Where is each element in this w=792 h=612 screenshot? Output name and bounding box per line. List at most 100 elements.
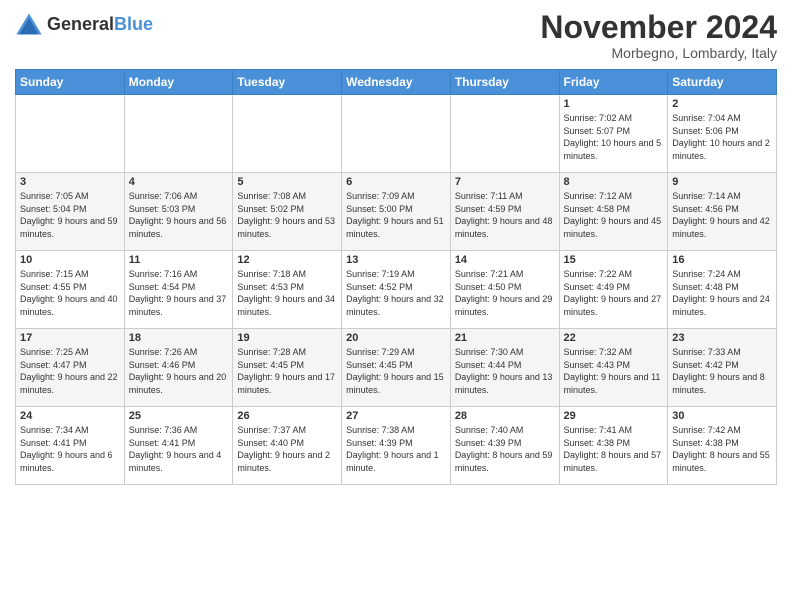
cell-info: Sunrise: 7:28 AMSunset: 4:45 PMDaylight:… [237, 346, 337, 396]
day-cell: 27 Sunrise: 7:38 AMSunset: 4:39 PMDaylig… [342, 407, 451, 485]
day-cell: 8 Sunrise: 7:12 AMSunset: 4:58 PMDayligh… [559, 173, 668, 251]
day-cell: 2 Sunrise: 7:04 AMSunset: 5:06 PMDayligh… [668, 95, 777, 173]
day-number: 7 [455, 176, 555, 188]
header-row: Sunday Monday Tuesday Wednesday Thursday… [16, 70, 777, 95]
cell-info: Sunrise: 7:33 AMSunset: 4:42 PMDaylight:… [672, 346, 772, 396]
day-number: 12 [237, 254, 337, 266]
day-cell: 23 Sunrise: 7:33 AMSunset: 4:42 PMDaylig… [668, 329, 777, 407]
day-number: 28 [455, 410, 555, 422]
cell-info: Sunrise: 7:04 AMSunset: 5:06 PMDaylight:… [672, 112, 772, 162]
day-cell: 29 Sunrise: 7:41 AMSunset: 4:38 PMDaylig… [559, 407, 668, 485]
day-number: 13 [346, 254, 446, 266]
month-title: November 2024 [540, 10, 777, 45]
day-number: 11 [129, 254, 229, 266]
day-cell: 4 Sunrise: 7:06 AMSunset: 5:03 PMDayligh… [124, 173, 233, 251]
day-cell: 10 Sunrise: 7:15 AMSunset: 4:55 PMDaylig… [16, 251, 125, 329]
day-cell: 6 Sunrise: 7:09 AMSunset: 5:00 PMDayligh… [342, 173, 451, 251]
day-number: 18 [129, 332, 229, 344]
day-number: 5 [237, 176, 337, 188]
cell-info: Sunrise: 7:26 AMSunset: 4:46 PMDaylight:… [129, 346, 229, 396]
logo-blue: Blue [114, 14, 153, 34]
cell-info: Sunrise: 7:15 AMSunset: 4:55 PMDaylight:… [20, 268, 120, 318]
cell-info: Sunrise: 7:09 AMSunset: 5:00 PMDaylight:… [346, 190, 446, 240]
header: GeneralBlue November 2024 Morbegno, Lomb… [15, 10, 777, 61]
day-cell: 17 Sunrise: 7:25 AMSunset: 4:47 PMDaylig… [16, 329, 125, 407]
cell-info: Sunrise: 7:41 AMSunset: 4:38 PMDaylight:… [564, 424, 664, 474]
cell-info: Sunrise: 7:30 AMSunset: 4:44 PMDaylight:… [455, 346, 555, 396]
day-cell: 18 Sunrise: 7:26 AMSunset: 4:46 PMDaylig… [124, 329, 233, 407]
cell-info: Sunrise: 7:14 AMSunset: 4:56 PMDaylight:… [672, 190, 772, 240]
cell-info: Sunrise: 7:18 AMSunset: 4:53 PMDaylight:… [237, 268, 337, 318]
day-cell: 30 Sunrise: 7:42 AMSunset: 4:38 PMDaylig… [668, 407, 777, 485]
cell-info: Sunrise: 7:40 AMSunset: 4:39 PMDaylight:… [455, 424, 555, 474]
cell-info: Sunrise: 7:29 AMSunset: 4:45 PMDaylight:… [346, 346, 446, 396]
col-wednesday: Wednesday [342, 70, 451, 95]
cell-info: Sunrise: 7:38 AMSunset: 4:39 PMDaylight:… [346, 424, 446, 474]
day-cell: 9 Sunrise: 7:14 AMSunset: 4:56 PMDayligh… [668, 173, 777, 251]
day-number: 29 [564, 410, 664, 422]
cell-info: Sunrise: 7:19 AMSunset: 4:52 PMDaylight:… [346, 268, 446, 318]
day-cell: 1 Sunrise: 7:02 AMSunset: 5:07 PMDayligh… [559, 95, 668, 173]
col-saturday: Saturday [668, 70, 777, 95]
day-cell: 20 Sunrise: 7:29 AMSunset: 4:45 PMDaylig… [342, 329, 451, 407]
day-cell [450, 95, 559, 173]
day-cell: 19 Sunrise: 7:28 AMSunset: 4:45 PMDaylig… [233, 329, 342, 407]
day-cell [124, 95, 233, 173]
day-cell: 16 Sunrise: 7:24 AMSunset: 4:48 PMDaylig… [668, 251, 777, 329]
logo-icon [15, 10, 43, 38]
day-cell [16, 95, 125, 173]
day-cell: 26 Sunrise: 7:37 AMSunset: 4:40 PMDaylig… [233, 407, 342, 485]
cell-info: Sunrise: 7:02 AMSunset: 5:07 PMDaylight:… [564, 112, 664, 162]
day-number: 1 [564, 98, 664, 110]
week-row-4: 17 Sunrise: 7:25 AMSunset: 4:47 PMDaylig… [16, 329, 777, 407]
week-row-2: 3 Sunrise: 7:05 AMSunset: 5:04 PMDayligh… [16, 173, 777, 251]
day-cell: 14 Sunrise: 7:21 AMSunset: 4:50 PMDaylig… [450, 251, 559, 329]
col-tuesday: Tuesday [233, 70, 342, 95]
day-number: 21 [455, 332, 555, 344]
calendar-table: Sunday Monday Tuesday Wednesday Thursday… [15, 69, 777, 485]
col-thursday: Thursday [450, 70, 559, 95]
day-cell: 15 Sunrise: 7:22 AMSunset: 4:49 PMDaylig… [559, 251, 668, 329]
day-number: 4 [129, 176, 229, 188]
day-number: 14 [455, 254, 555, 266]
logo: GeneralBlue [15, 10, 153, 38]
cell-info: Sunrise: 7:11 AMSunset: 4:59 PMDaylight:… [455, 190, 555, 240]
day-number: 2 [672, 98, 772, 110]
week-row-1: 1 Sunrise: 7:02 AMSunset: 5:07 PMDayligh… [16, 95, 777, 173]
day-number: 25 [129, 410, 229, 422]
cell-info: Sunrise: 7:34 AMSunset: 4:41 PMDaylight:… [20, 424, 120, 474]
day-cell: 11 Sunrise: 7:16 AMSunset: 4:54 PMDaylig… [124, 251, 233, 329]
cell-info: Sunrise: 7:06 AMSunset: 5:03 PMDaylight:… [129, 190, 229, 240]
cell-info: Sunrise: 7:32 AMSunset: 4:43 PMDaylight:… [564, 346, 664, 396]
cell-info: Sunrise: 7:36 AMSunset: 4:41 PMDaylight:… [129, 424, 229, 474]
day-number: 8 [564, 176, 664, 188]
day-number: 15 [564, 254, 664, 266]
cell-info: Sunrise: 7:42 AMSunset: 4:38 PMDaylight:… [672, 424, 772, 474]
col-monday: Monday [124, 70, 233, 95]
day-number: 6 [346, 176, 446, 188]
day-number: 30 [672, 410, 772, 422]
cell-info: Sunrise: 7:12 AMSunset: 4:58 PMDaylight:… [564, 190, 664, 240]
day-number: 27 [346, 410, 446, 422]
day-cell: 3 Sunrise: 7:05 AMSunset: 5:04 PMDayligh… [16, 173, 125, 251]
day-number: 17 [20, 332, 120, 344]
cell-info: Sunrise: 7:37 AMSunset: 4:40 PMDaylight:… [237, 424, 337, 474]
cell-info: Sunrise: 7:21 AMSunset: 4:50 PMDaylight:… [455, 268, 555, 318]
main-container: GeneralBlue November 2024 Morbegno, Lomb… [0, 0, 792, 495]
cell-info: Sunrise: 7:24 AMSunset: 4:48 PMDaylight:… [672, 268, 772, 318]
day-number: 23 [672, 332, 772, 344]
day-cell: 12 Sunrise: 7:18 AMSunset: 4:53 PMDaylig… [233, 251, 342, 329]
day-number: 10 [20, 254, 120, 266]
day-number: 19 [237, 332, 337, 344]
day-cell [342, 95, 451, 173]
logo-general: General [47, 14, 114, 34]
day-cell: 28 Sunrise: 7:40 AMSunset: 4:39 PMDaylig… [450, 407, 559, 485]
day-cell: 5 Sunrise: 7:08 AMSunset: 5:02 PMDayligh… [233, 173, 342, 251]
day-cell: 21 Sunrise: 7:30 AMSunset: 4:44 PMDaylig… [450, 329, 559, 407]
day-number: 3 [20, 176, 120, 188]
day-cell: 22 Sunrise: 7:32 AMSunset: 4:43 PMDaylig… [559, 329, 668, 407]
location-subtitle: Morbegno, Lombardy, Italy [540, 45, 777, 61]
cell-info: Sunrise: 7:05 AMSunset: 5:04 PMDaylight:… [20, 190, 120, 240]
day-number: 22 [564, 332, 664, 344]
day-number: 16 [672, 254, 772, 266]
